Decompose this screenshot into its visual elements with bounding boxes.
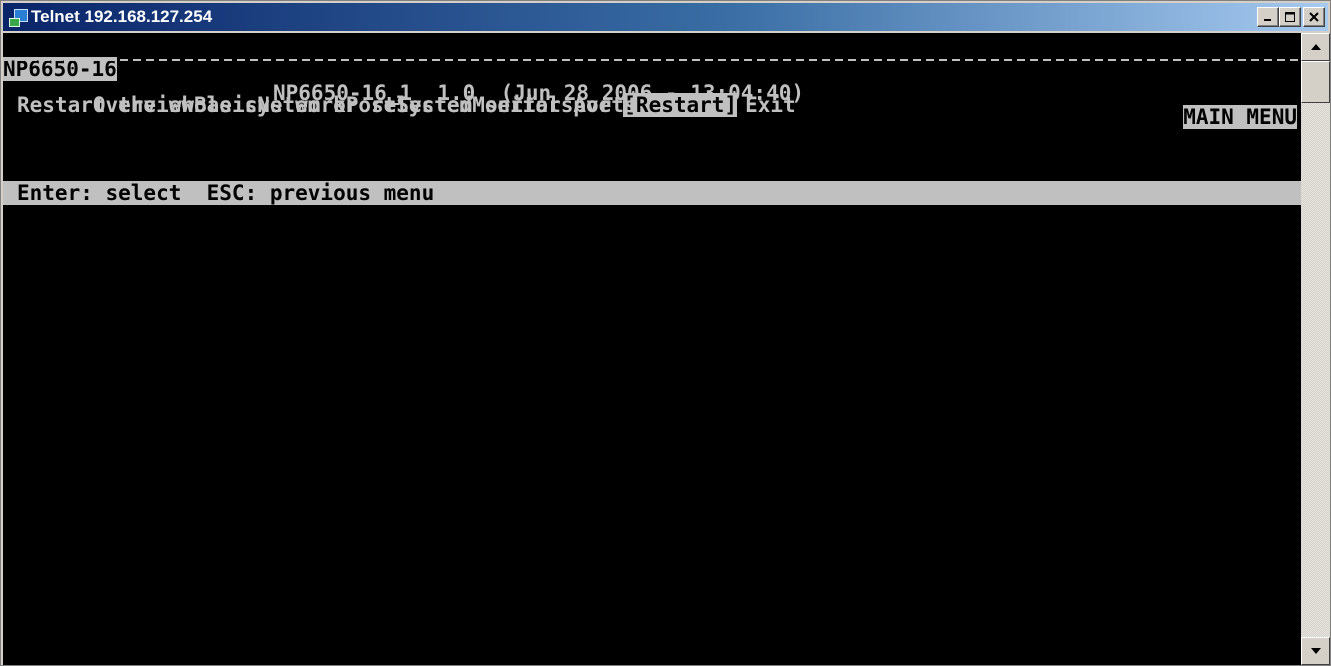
menu-item-exit[interactable]: Exit (745, 93, 796, 117)
menu-item-restart[interactable]: [Restart] (623, 93, 738, 117)
scroll-thumb[interactable] (1301, 61, 1330, 103)
vertical-scrollbar[interactable] (1301, 33, 1330, 665)
status-bar: Enter: select ESC: previous menu (3, 181, 1301, 205)
close-button[interactable] (1303, 7, 1325, 27)
minimize-button[interactable] (1257, 7, 1279, 27)
terminal-screen[interactable]: NP6650-16 NP6650-16_1 1.0 (Jun 28 2006 -… (3, 33, 1301, 665)
window-title: Telnet 192.168.127.254 (31, 7, 213, 26)
scroll-up-button[interactable] (1301, 33, 1330, 61)
arrow-down-icon (1310, 648, 1321, 654)
arrow-up-icon (1310, 44, 1321, 50)
close-icon (1309, 12, 1319, 22)
telnet-app-icon[interactable] (9, 8, 28, 27)
menu-name: MAIN MENU (1183, 105, 1297, 129)
scroll-down-button[interactable] (1301, 637, 1330, 665)
window-controls (1257, 7, 1325, 27)
menu-description: Restart the whole system or selected ser… (17, 93, 637, 117)
telnet-window: Telnet 192.168.127.254 NP6650-16 NP6650-… (0, 0, 1331, 666)
maximize-icon (1285, 12, 1295, 22)
minimize-icon (1264, 19, 1271, 21)
maximize-button[interactable] (1279, 7, 1301, 27)
main-menu-bar: OverviewBasicNetworkPortSystemMonitorsAv… (17, 69, 796, 117)
header-separator (3, 55, 1301, 65)
title-bar[interactable]: Telnet 192.168.127.254 (3, 3, 1328, 31)
terminal-header-row: NP6650-16 NP6650-16_1 1.0 (Jun 28 2006 -… (3, 33, 1301, 129)
